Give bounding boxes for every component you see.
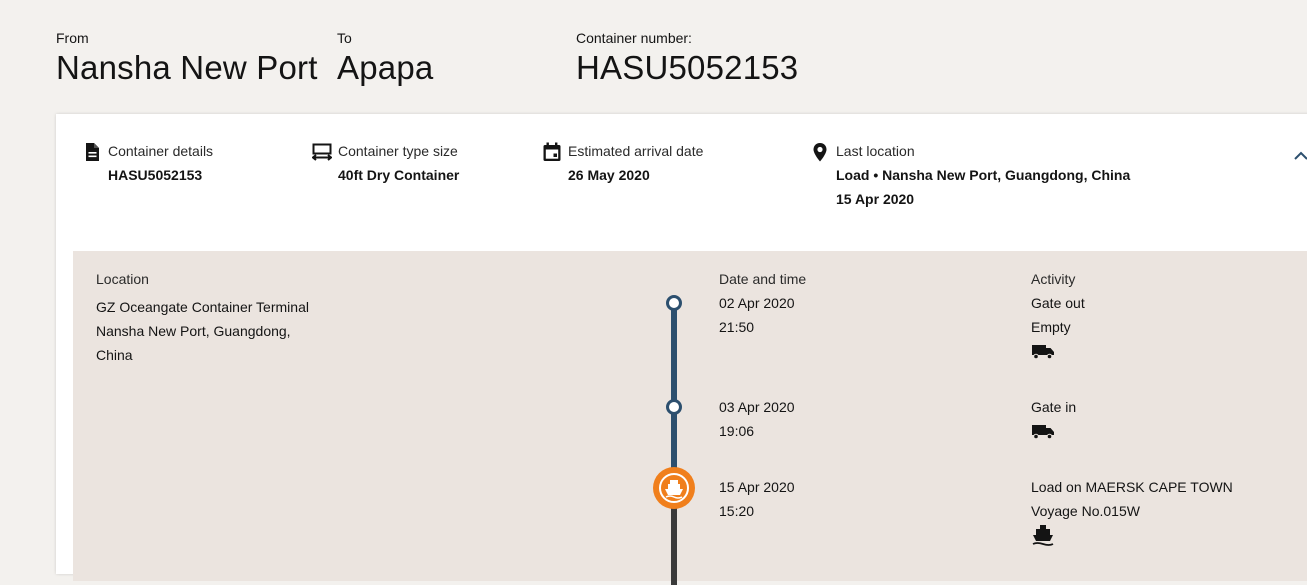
event-activity: Gate out Empty bbox=[1031, 291, 1085, 339]
route-to: To Apapa bbox=[337, 30, 433, 88]
to-value: Apapa bbox=[337, 49, 434, 86]
container-type-icon bbox=[312, 143, 332, 161]
event-datetime: 03 Apr 2020 19:06 bbox=[719, 395, 795, 443]
location-header: Location bbox=[96, 271, 149, 287]
timeline-panel: Location Date and time Activity GZ Ocean… bbox=[73, 251, 1307, 585]
ship-icon bbox=[1032, 525, 1054, 546]
timeline-track-future bbox=[671, 505, 677, 585]
container-card: Container details HASU5052153 Container … bbox=[56, 114, 1307, 585]
event-datetime: 15 Apr 2020 15:20 bbox=[719, 475, 795, 523]
timeline-track-past bbox=[671, 302, 677, 472]
location-terminal: GZ Oceangate Container Terminal bbox=[96, 299, 309, 315]
event-activity-text: Gate in bbox=[1031, 399, 1077, 415]
container-number-value: HASU5052153 bbox=[576, 49, 799, 86]
route-from: From Nansha New Port bbox=[56, 30, 318, 88]
event-activity-text: Gate out bbox=[1031, 295, 1085, 311]
event-date: 15 Apr 2020 bbox=[719, 479, 795, 495]
from-label: From bbox=[56, 30, 89, 46]
container-type-label: Container type size bbox=[338, 143, 458, 159]
timeline-marker bbox=[666, 295, 682, 311]
chevron-up-icon[interactable] bbox=[1294, 148, 1307, 162]
container-type-value: 40ft Dry Container bbox=[338, 167, 460, 183]
document-icon bbox=[86, 143, 99, 161]
last-location-value: Load • Nansha New Port, Guangdong, China bbox=[836, 167, 1131, 183]
event-activity-text: Load on MAERSK CAPE TOWN bbox=[1031, 479, 1233, 495]
location-block: GZ Oceangate Container Terminal Nansha N… bbox=[96, 295, 309, 367]
truck-icon bbox=[1032, 345, 1054, 360]
container-details-label: Container details bbox=[108, 143, 214, 159]
location-country: China bbox=[96, 347, 133, 363]
datetime-header: Date and time bbox=[719, 271, 807, 287]
estimated-arrival-label: Estimated arrival date bbox=[568, 143, 704, 159]
event-activity: Load on MAERSK CAPE TOWN Voyage No.015W bbox=[1031, 475, 1233, 523]
vessel-icon bbox=[665, 480, 683, 499]
event-time: 19:06 bbox=[719, 423, 755, 439]
location-city: Nansha New Port, Guangdong, bbox=[96, 323, 291, 339]
to-label: To bbox=[337, 30, 352, 46]
activity-header: Activity bbox=[1031, 271, 1076, 287]
event-date: 03 Apr 2020 bbox=[719, 399, 795, 415]
event-datetime: 02 Apr 2020 21:50 bbox=[719, 291, 795, 339]
timeline-marker bbox=[666, 399, 682, 415]
event-activity-detail: Voyage No.015W bbox=[1031, 503, 1140, 519]
container-number-label: Container number: bbox=[576, 30, 692, 46]
estimated-arrival-value: 26 May 2020 bbox=[568, 167, 650, 183]
truck-icon bbox=[1032, 425, 1054, 440]
from-value: Nansha New Port bbox=[56, 49, 318, 86]
event-activity-detail: Empty bbox=[1031, 319, 1071, 335]
event-activity: Gate in bbox=[1031, 395, 1076, 419]
location-pin-icon bbox=[813, 143, 827, 162]
container-details-value: HASU5052153 bbox=[108, 167, 203, 183]
event-time: 15:20 bbox=[719, 503, 755, 519]
route-container-number: Container number: HASU5052153 bbox=[576, 30, 798, 88]
last-location-date: 15 Apr 2020 bbox=[836, 191, 915, 207]
timeline-current-marker bbox=[653, 467, 695, 509]
event-date: 02 Apr 2020 bbox=[719, 295, 795, 311]
calendar-icon bbox=[543, 142, 561, 161]
event-time: 21:50 bbox=[719, 319, 755, 335]
last-location-label: Last location bbox=[836, 143, 915, 159]
